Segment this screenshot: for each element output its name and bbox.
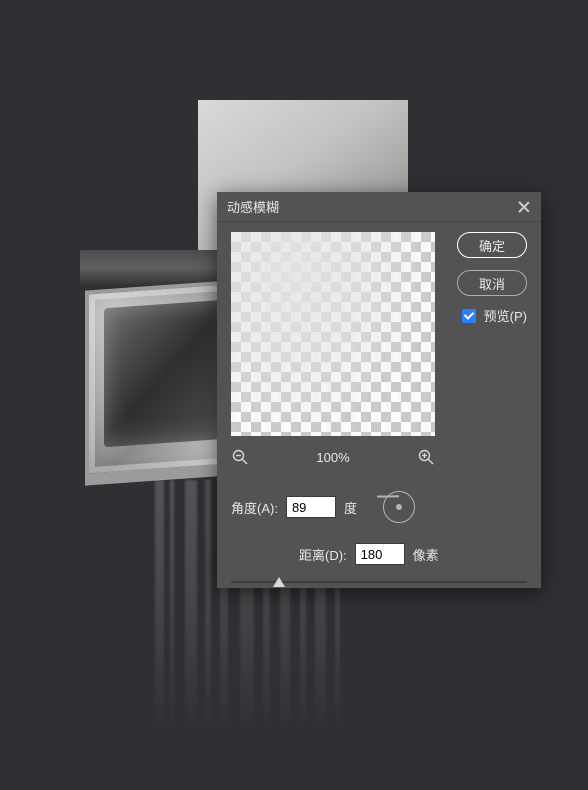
preview-canvas[interactable] [231,232,435,436]
zoom-level-label: 100% [316,450,349,465]
angle-input[interactable] [286,496,336,518]
distance-unit: 像素 [413,545,439,564]
preview-checkbox[interactable] [462,309,476,323]
distance-input[interactable] [355,543,405,565]
zoom-out-icon [232,449,248,465]
zoom-out-button[interactable] [231,448,249,466]
distance-label: 距离(D): [299,545,347,564]
zoom-in-button[interactable] [417,448,435,466]
dialog-title: 动感模糊 [227,197,279,216]
slider-thumb[interactable] [273,577,285,587]
distance-slider[interactable] [231,575,527,589]
ok-button[interactable]: 确定 [457,232,527,258]
cancel-button[interactable]: 取消 [457,270,527,296]
preview-checkbox-label: 预览(P) [484,306,527,325]
angle-unit: 度 [344,498,357,517]
zoom-in-icon [418,449,434,465]
close-icon[interactable] [517,200,531,214]
angle-dial[interactable] [383,491,415,523]
angle-label: 角度(A): [231,498,278,517]
motion-blur-dialog: 动感模糊 100% 确定 取消 预览(P) 角度(A): 度 [217,192,541,588]
dialog-titlebar: 动感模糊 [217,192,541,222]
